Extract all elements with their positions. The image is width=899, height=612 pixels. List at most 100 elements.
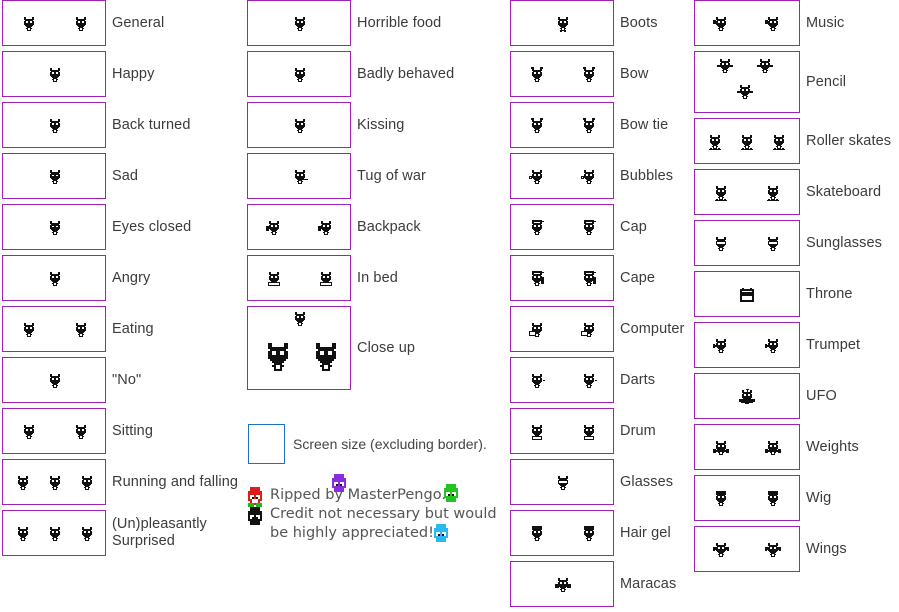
blue-creature-icon	[430, 524, 452, 552]
sprite-row: Weights	[690, 424, 891, 470]
sprite-row: Wig	[690, 475, 891, 521]
sprite-row: Badly behaved	[240, 51, 454, 97]
purple-creature-icon	[328, 474, 350, 502]
creature-sprite	[15, 526, 31, 542]
creature-sprite	[555, 577, 571, 593]
sprite-row: Bow tie	[500, 102, 684, 148]
sprite-label: Badly behaved	[357, 65, 455, 82]
creature-sprite	[707, 134, 723, 150]
credit-line-2-text: Credit not necessary but would	[270, 506, 497, 522]
sprite-canvas	[511, 409, 613, 453]
sprite-canvas	[695, 476, 799, 520]
sprite-canvas	[248, 154, 350, 198]
sprite-label: Glasses	[620, 473, 674, 490]
sprite-row: Roller skates	[690, 118, 891, 164]
creature-sprite	[292, 169, 308, 185]
sprite-canvas	[248, 307, 350, 389]
creature-sprite	[529, 322, 545, 338]
sprite-box	[2, 357, 106, 403]
sprite-row: Darts	[500, 357, 684, 403]
sprite-box	[247, 204, 351, 250]
sprite-canvas	[3, 103, 105, 147]
sprite-box	[247, 51, 351, 97]
sprite-row: Throne	[690, 271, 891, 317]
sprite-row: Music	[690, 0, 891, 46]
creature-sprite	[262, 341, 294, 373]
sprite-row: Kissing	[240, 102, 454, 148]
sprite-label: Tug of war	[357, 167, 426, 184]
sprite-sheet-page: General Happy Back turned Sad Eyes closed Ang…	[0, 0, 899, 607]
credit-line-2: Credit not necessary but would	[244, 505, 497, 529]
sprite-label: Backpack	[357, 218, 421, 235]
sprite-canvas	[248, 1, 350, 45]
sprite-box	[510, 459, 614, 505]
creature-sprite	[73, 322, 89, 338]
creature-sprite	[292, 16, 308, 32]
sprite-row: Hair gel	[500, 510, 684, 556]
creature-sprite	[47, 526, 63, 542]
creature-sprite	[318, 271, 334, 287]
creature-sprite	[713, 236, 729, 252]
sprite-canvas	[3, 358, 105, 402]
sprite-row: Sitting	[0, 408, 238, 454]
sprite-row: Happy	[0, 51, 238, 97]
sprite-label: Happy	[112, 65, 155, 82]
sprite-box	[510, 408, 614, 454]
creature-sprite	[581, 373, 597, 389]
sprite-canvas	[248, 205, 350, 249]
creature-sprite	[266, 271, 282, 287]
sprite-row: Cape	[500, 255, 684, 301]
creature-sprite	[21, 16, 37, 32]
sprite-box	[510, 255, 614, 301]
creature-sprite	[15, 475, 31, 491]
sprite-label: Weights	[806, 438, 859, 455]
sprite-label: Wig	[806, 489, 832, 506]
sprite-box	[247, 102, 351, 148]
creature-sprite	[737, 84, 753, 100]
creature-sprite	[581, 424, 597, 440]
creature-sprite	[713, 440, 729, 456]
sprite-box	[2, 0, 106, 46]
sprite-box	[2, 102, 106, 148]
sprite-box	[694, 169, 800, 215]
creature-sprite	[529, 373, 545, 389]
sprite-canvas	[511, 52, 613, 96]
creature-sprite	[21, 322, 37, 338]
sprite-label: Maracas	[620, 575, 677, 592]
creature-sprite	[765, 185, 781, 201]
sprite-canvas	[511, 154, 613, 198]
sprite-label: Eating	[112, 320, 154, 337]
sprite-label: General	[112, 14, 165, 31]
sprite-box	[247, 255, 351, 301]
sprite-label: "No"	[112, 371, 142, 388]
sprite-label: Bow	[620, 65, 649, 82]
sprite-canvas	[248, 256, 350, 300]
sprite-label: Bow tie	[620, 116, 669, 133]
creature-sprite	[581, 220, 597, 236]
sprite-canvas	[511, 460, 613, 504]
sprite-row: In bed	[240, 255, 454, 301]
credit-line-3: be highly appreciated!	[244, 524, 494, 546]
sprite-label: Horrible food	[357, 14, 442, 31]
creature-sprite	[310, 341, 342, 373]
creature-sprite	[713, 491, 729, 507]
credit-line-3-text: be highly appreciated!	[270, 525, 434, 541]
sprite-label: (Un)pleasantly Surprised	[112, 516, 207, 549]
sprite-box	[510, 0, 614, 46]
screen-size-box	[248, 424, 285, 464]
sprite-canvas	[248, 103, 350, 147]
creature-sprite	[73, 424, 89, 440]
sprite-row: Cap	[500, 204, 684, 250]
sprite-canvas	[3, 307, 105, 351]
sprite-canvas	[695, 170, 799, 214]
sprite-row: Trumpet	[690, 322, 891, 368]
creature-sprite	[529, 118, 545, 134]
sprite-canvas	[511, 103, 613, 147]
creature-sprite	[79, 475, 95, 491]
sprite-canvas	[695, 52, 799, 112]
sprite-label: Running and falling	[112, 473, 239, 490]
creature-sprite	[47, 271, 63, 287]
creature-sprite	[47, 220, 63, 236]
creature-sprite	[765, 491, 781, 507]
creature-sprite	[581, 271, 597, 287]
